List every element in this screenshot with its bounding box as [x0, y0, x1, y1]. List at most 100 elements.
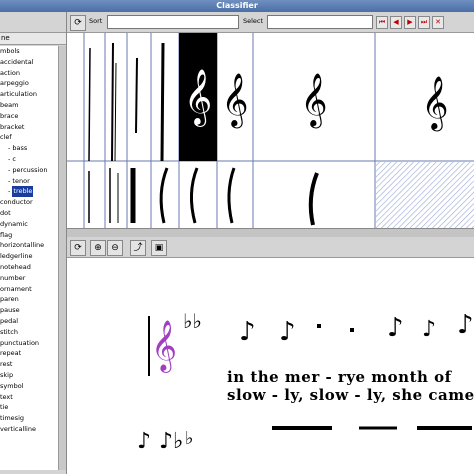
- image-icon[interactable]: ▣: [151, 240, 167, 256]
- tree-item-label: paren: [0, 295, 19, 304]
- tree-item[interactable]: symbol: [0, 381, 58, 392]
- tree-item[interactable]: - treble: [0, 186, 58, 198]
- tree-item-label: timesig: [0, 414, 25, 423]
- tree-item-label: beam: [0, 100, 19, 109]
- note-fragment: ♪: [457, 310, 474, 340]
- tree-item[interactable]: text: [0, 392, 58, 403]
- tree-item-label: rest: [0, 360, 13, 369]
- symbol-tree[interactable]: mbols accidental action arpeggio articulatio…: [0, 46, 58, 470]
- tree-item[interactable]: horizontalline: [0, 240, 58, 251]
- svg-text:𝄞: 𝄞: [300, 72, 327, 128]
- tree-scrollbar[interactable]: [58, 46, 66, 470]
- tree-item[interactable]: bracket: [0, 122, 58, 133]
- tree-item-label: treble: [12, 186, 34, 198]
- tree-item[interactable]: mbols: [0, 46, 58, 57]
- tree-item[interactable]: dynamic: [0, 219, 58, 230]
- last-icon[interactable]: ⏭: [418, 16, 430, 29]
- note-fragment: ♪: [387, 313, 404, 343]
- tree-item[interactable]: timesig: [0, 413, 58, 424]
- export-icon[interactable]: ⤴: [130, 240, 146, 256]
- tree-item-label: dynamic: [0, 219, 28, 228]
- select-combo[interactable]: [267, 15, 373, 29]
- tree-item-label: stitch: [0, 327, 18, 336]
- svg-text:𝄞: 𝄞: [421, 75, 448, 131]
- note-fragment: ♪: [422, 317, 436, 342]
- tree-item-label: symbol: [0, 381, 24, 390]
- tree-item[interactable]: dot: [0, 208, 58, 219]
- left-column-header: ne: [0, 33, 66, 45]
- zoom-out-icon[interactable]: ⊖: [107, 240, 123, 256]
- tree-item[interactable]: rest: [0, 359, 58, 370]
- tree-item-label: mbols: [0, 47, 20, 55]
- tree-item[interactable]: action: [0, 68, 58, 79]
- note-fragment: ♪: [239, 317, 256, 347]
- tree-item[interactable]: flag: [0, 230, 58, 241]
- svg-text:♭: ♭: [185, 428, 194, 449]
- tree-item[interactable]: stitch: [0, 327, 58, 338]
- tree-item-label: action: [0, 68, 21, 77]
- svg-text:𝄞: 𝄞: [221, 72, 248, 128]
- sort-label: Sort: [89, 17, 103, 25]
- tree-item-label: brace: [0, 111, 19, 120]
- next-icon[interactable]: ▶: [404, 16, 416, 29]
- tree-item[interactable]: brace: [0, 111, 58, 122]
- prev-icon[interactable]: ◀: [390, 16, 402, 29]
- tree-item[interactable]: ledgerline: [0, 251, 58, 262]
- refresh-icon[interactable]: ⟳: [70, 240, 86, 256]
- tree-item-label: pedal: [0, 316, 19, 325]
- tree-item[interactable]: skip: [0, 370, 58, 381]
- svg-text:♪: ♪: [137, 429, 151, 454]
- tree-item[interactable]: conductor: [0, 197, 58, 208]
- tree-item[interactable]: verticalline: [0, 424, 58, 435]
- tree-item-label: number: [0, 273, 26, 282]
- tree-item-label: text: [0, 392, 13, 401]
- tree-item[interactable]: notehead: [0, 262, 58, 273]
- first-icon[interactable]: ⏮: [376, 16, 388, 29]
- tree-item-label: bass: [12, 144, 28, 153]
- tree-item[interactable]: - tenor: [0, 176, 58, 187]
- view-toolbar: ⟳ ⊕ ⊖ ⤴ ▣: [67, 237, 474, 258]
- tree-item[interactable]: - c: [0, 154, 58, 165]
- tree-item-label: tenor: [12, 176, 30, 185]
- tree-item[interactable]: ornament: [0, 284, 58, 295]
- select-label: Select: [243, 17, 264, 25]
- symbol-tree-panel: ne mbols accidental action arpeggio articula…: [0, 12, 67, 474]
- tree-item[interactable]: punctuation: [0, 338, 58, 349]
- tree-item-label: c: [12, 154, 16, 163]
- refresh-icon[interactable]: ⟳: [70, 15, 86, 31]
- tree-item-label: horizontalline: [0, 241, 45, 250]
- tree-item-label: pause: [0, 306, 20, 315]
- tree-item[interactable]: pause: [0, 305, 58, 316]
- tree-item-label: accidental: [0, 57, 34, 66]
- tree-item[interactable]: pedal: [0, 316, 58, 327]
- score-view[interactable]: 𝄞 ♭♭ ♪ ♪ ♪ ♪ ♪ ♪ ♪♭ ♭ in the mer - rye m…: [67, 258, 474, 474]
- tree-item[interactable]: tie: [0, 402, 58, 413]
- tree-item-label: percussion: [12, 165, 48, 174]
- tree-item-label: bracket: [0, 122, 25, 131]
- remove-icon[interactable]: ✕: [432, 16, 444, 29]
- tree-item-label: dot: [0, 208, 11, 217]
- zoom-in-icon[interactable]: ⊕: [90, 240, 106, 256]
- note-fragment: ♪: [279, 317, 296, 347]
- tree-item-label: punctuation: [0, 338, 40, 347]
- left-header: [0, 12, 66, 33]
- tree-item-label: tie: [0, 403, 9, 412]
- tree-item[interactable]: articulation: [0, 89, 58, 100]
- tree-item[interactable]: - percussion: [0, 165, 58, 176]
- tree-item[interactable]: repeat: [0, 348, 58, 359]
- tree-item-label: articulation: [0, 90, 37, 99]
- tree-item-label: repeat: [0, 349, 22, 358]
- sort-combo[interactable]: [107, 15, 239, 29]
- tree-item[interactable]: paren: [0, 294, 58, 305]
- glyph-grid[interactable]: 𝄞 𝄞 𝄞 𝄞: [67, 33, 474, 228]
- tree-item[interactable]: accidental: [0, 57, 58, 68]
- tree-item-label: verticalline: [0, 424, 36, 433]
- tree-item[interactable]: arpeggio: [0, 78, 58, 89]
- tree-item-label: skip: [0, 370, 14, 379]
- tree-item[interactable]: - bass: [0, 143, 58, 154]
- tree-item[interactable]: number: [0, 273, 58, 284]
- tree-item[interactable]: beam: [0, 100, 58, 111]
- flat-symbols: ♭♭: [183, 309, 202, 333]
- tree-item-label: flag: [0, 230, 13, 239]
- tree-item[interactable]: clef: [0, 132, 58, 143]
